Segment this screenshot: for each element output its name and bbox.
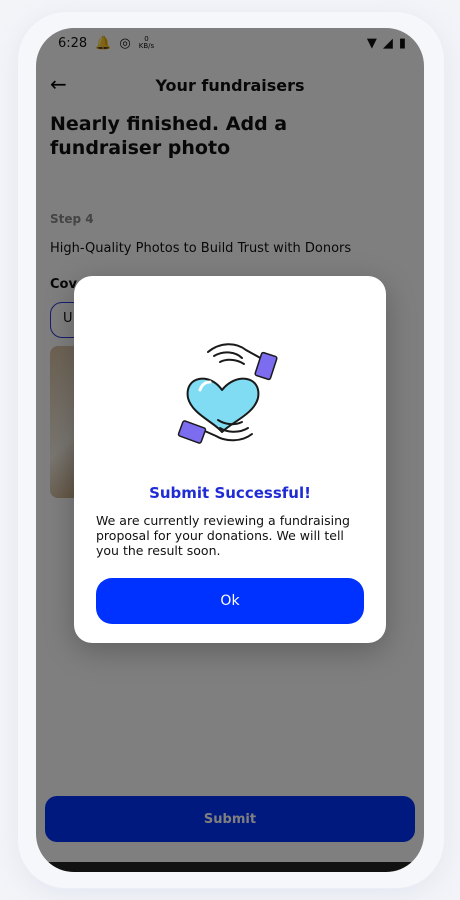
success-dialog: Submit Successful! We are currently revi… xyxy=(74,276,386,643)
ok-button[interactable]: Ok xyxy=(96,578,364,624)
dialog-title: Submit Successful! xyxy=(149,484,311,502)
dialog-message: We are currently reviewing a fundraising… xyxy=(96,513,350,558)
app-screen: 6:28 🔔 ◎ 0 KB/s ▼ ◢ ▮ ← Your fundraisers… xyxy=(36,28,424,872)
heart-hands-icon xyxy=(177,343,278,444)
